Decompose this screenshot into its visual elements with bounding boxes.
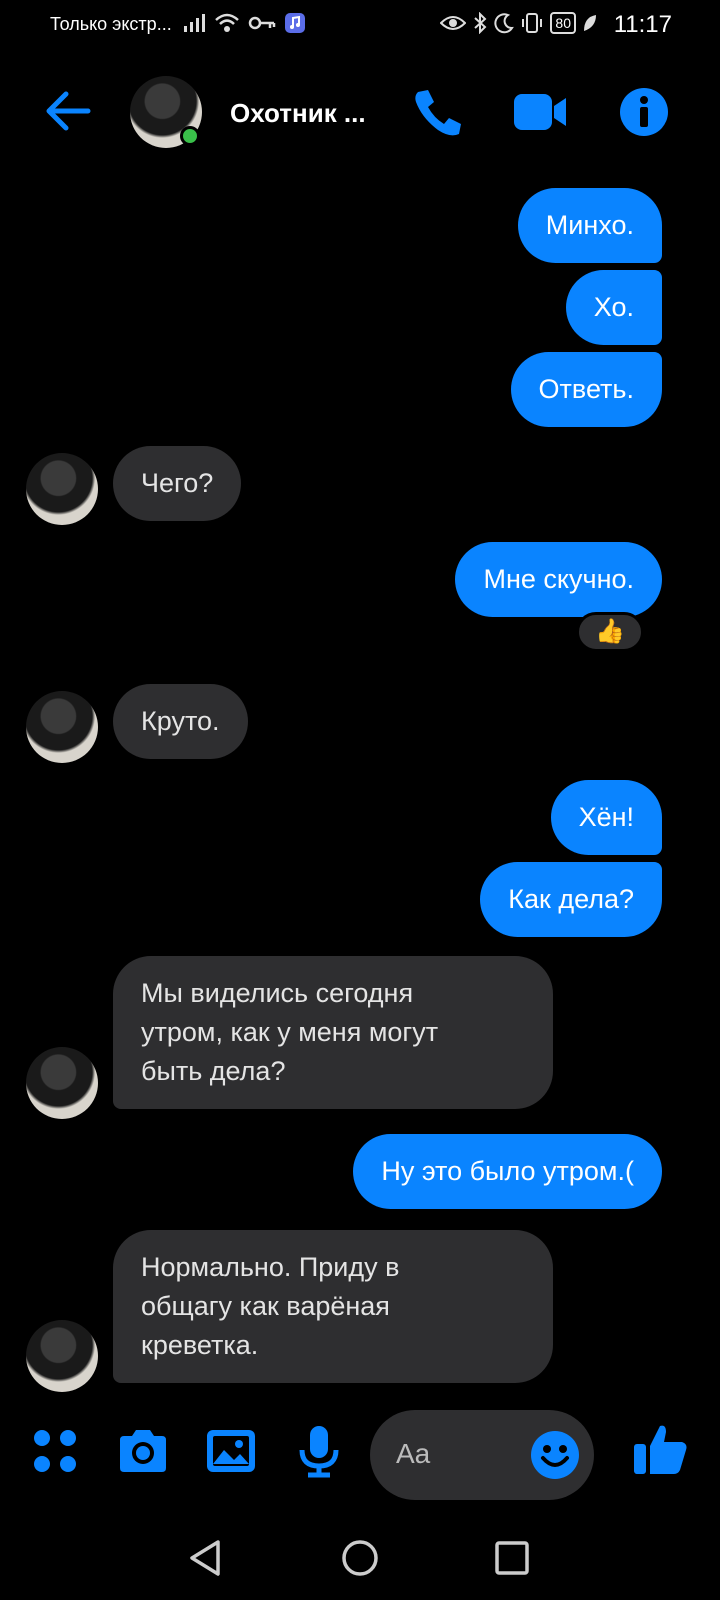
outgoing-message[interactable]: Минхо.: [517, 188, 662, 263]
eye-icon: [440, 16, 467, 30]
outgoing-message[interactable]: Мне скучно.: [455, 542, 662, 617]
microphone-icon[interactable]: [292, 1424, 346, 1478]
outgoing-message[interactable]: Ответь.: [510, 352, 662, 427]
phone-icon[interactable]: [410, 86, 466, 138]
message-line: Нормально. Приду в: [141, 1252, 400, 1282]
moon-icon: [494, 13, 515, 34]
sender-avatar[interactable]: [26, 691, 98, 763]
incoming-message[interactable]: Круто.: [113, 684, 248, 759]
message-line: Мы виделись сегодня: [141, 978, 414, 1008]
contact-name[interactable]: Охотник ...: [230, 98, 366, 129]
sender-avatar[interactable]: [26, 453, 98, 525]
incoming-message[interactable]: Мы виделись сегодня утром, как у меня мо…: [113, 956, 553, 1109]
sender-avatar[interactable]: [26, 1320, 98, 1392]
gallery-icon[interactable]: [204, 1424, 258, 1478]
message-input[interactable]: Aa: [370, 1410, 594, 1500]
message-line: общагу как варёная: [141, 1291, 390, 1321]
message-line: быть дела?: [141, 1056, 286, 1086]
info-icon[interactable]: [618, 86, 674, 138]
outgoing-message[interactable]: Хён!: [550, 780, 662, 855]
vibrate-icon: [522, 13, 543, 33]
video-camera-icon[interactable]: [512, 86, 568, 138]
outgoing-message[interactable]: Как дела?: [480, 862, 662, 937]
music-app-icon: [285, 13, 305, 33]
like-thumb-icon[interactable]: [632, 1420, 690, 1478]
wifi-icon: [215, 13, 239, 32]
system-nav-bar: [0, 1520, 720, 1600]
back-arrow-icon[interactable]: [40, 86, 94, 136]
home-nav-icon[interactable]: [338, 1536, 382, 1580]
leaf-icon: [584, 15, 596, 31]
camera-icon[interactable]: [116, 1424, 170, 1478]
status-bar: Только экстр... 80 11:17: [0, 0, 720, 50]
back-nav-icon[interactable]: [184, 1536, 228, 1580]
composer-bar: Aa: [0, 1400, 720, 1510]
message-line: утром, как у меня могут: [141, 1017, 439, 1047]
signal-icon: [184, 14, 205, 32]
recents-nav-icon[interactable]: [490, 1536, 534, 1580]
key-icon: [248, 16, 276, 30]
battery-indicator: 80: [550, 12, 576, 34]
reaction-badge[interactable]: 👍: [576, 612, 644, 652]
outgoing-message[interactable]: Хо.: [565, 270, 662, 345]
incoming-message[interactable]: Чего?: [113, 446, 242, 521]
emoji-icon[interactable]: [530, 1430, 580, 1480]
outgoing-message[interactable]: Ну это было утром.(: [353, 1134, 662, 1209]
incoming-message[interactable]: Нормально. Приду в общагу как варёная кр…: [113, 1230, 553, 1383]
apps-grid-icon[interactable]: [28, 1424, 82, 1478]
chat-header: Охотник ...: [0, 70, 720, 154]
message-list[interactable]: Минхо. Хо. Ответь. Чего? Мне скучно. 👍 К…: [0, 170, 720, 1392]
sender-avatar[interactable]: [26, 1047, 98, 1119]
carrier-label: Только экстр...: [50, 14, 172, 34]
message-line: креветка.: [141, 1330, 259, 1360]
online-indicator: [180, 126, 200, 146]
message-placeholder: Aa: [396, 1438, 431, 1469]
clock: 11:17: [613, 11, 672, 38]
bluetooth-icon: [474, 12, 487, 34]
